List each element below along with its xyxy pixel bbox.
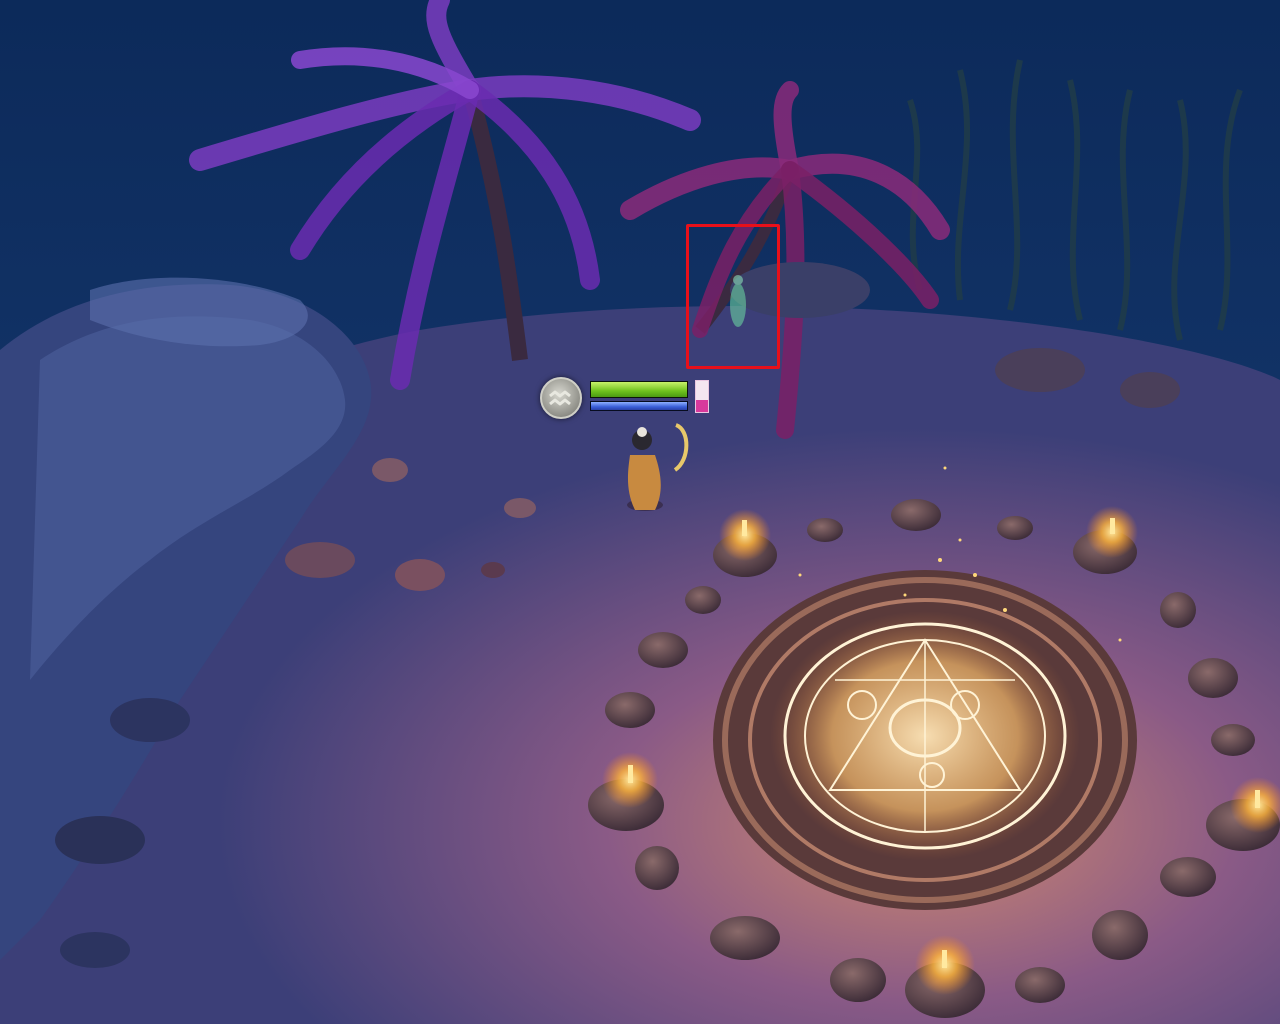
aquarius-icon (549, 390, 571, 406)
target-highlight-box (686, 224, 780, 369)
mana-bar (590, 401, 688, 411)
pebble (504, 498, 536, 518)
pebble (395, 559, 445, 591)
health-bar (590, 381, 688, 398)
pebble (372, 458, 408, 482)
pebble (481, 562, 505, 578)
rune-circle[interactable] (713, 570, 1137, 910)
pebble (285, 542, 355, 578)
stamina-gauge-fill (696, 399, 708, 412)
zodiac-badge (540, 377, 582, 419)
rock (1120, 372, 1180, 408)
game-scene[interactable] (0, 0, 1280, 1024)
stamina-gauge (695, 380, 709, 413)
game-world[interactable] (0, 0, 1280, 1024)
health-bar-fill (591, 382, 687, 397)
rock (995, 348, 1085, 392)
mana-bar-fill (591, 402, 687, 410)
